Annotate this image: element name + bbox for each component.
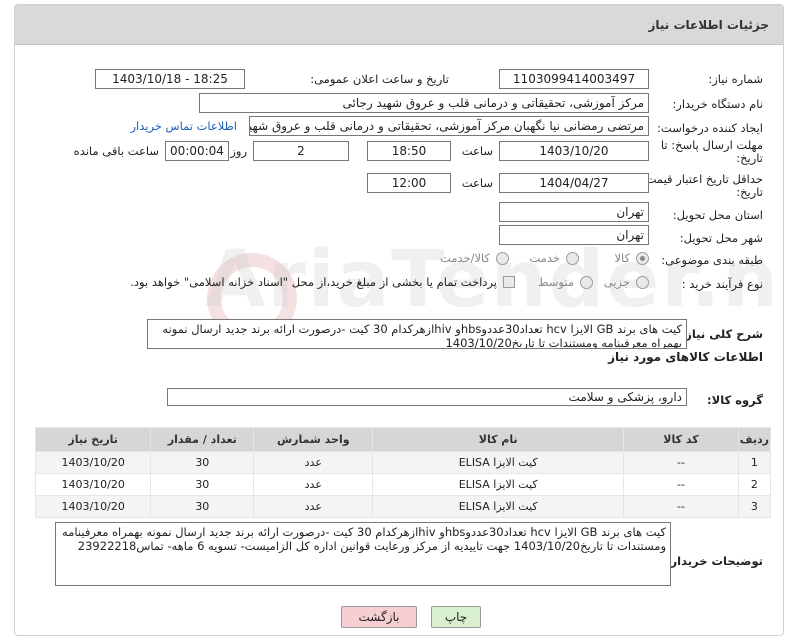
deadline-label-line2: تاریخ: bbox=[736, 151, 763, 165]
province-label: استان محل تحویل: bbox=[672, 208, 763, 222]
col-name: نام کالا bbox=[372, 427, 625, 452]
radio-icon[interactable] bbox=[496, 251, 509, 265]
cell-qty: 30 bbox=[150, 473, 255, 496]
treasury-payment-note: پرداخت تمام یا بخشی از مبلغ خرید،از محل … bbox=[130, 275, 497, 289]
cell-date: 1403/10/20 bbox=[34, 451, 152, 474]
validity-date: 1404/04/27 bbox=[499, 173, 649, 193]
announce-datetime-label: تاریخ و ساعت اعلان عمومی: bbox=[310, 72, 449, 86]
goods-group-label: گروه کالا: bbox=[707, 393, 763, 407]
summary-label: شرح کلی نیاز: bbox=[680, 327, 763, 341]
col-code: کد کالا bbox=[623, 427, 739, 452]
cell-unit: عدد bbox=[253, 495, 374, 518]
deadline-time-label: ساعت bbox=[461, 144, 493, 158]
purchase-option-medium[interactable]: متوسط bbox=[538, 275, 593, 289]
validity-label-line2: تاریخ: bbox=[736, 185, 763, 199]
cell-date: 1403/10/20 bbox=[34, 473, 152, 496]
province-value: تهران bbox=[499, 202, 649, 222]
cell-row: 1 bbox=[737, 451, 772, 474]
col-row: ردیف bbox=[737, 427, 772, 452]
goods-group-value: دارو، پزشکی و سلامت bbox=[167, 388, 687, 406]
requester-label: ایجاد کننده درخواست: bbox=[657, 121, 763, 135]
checkbox-icon[interactable] bbox=[503, 276, 515, 288]
radio-icon[interactable] bbox=[636, 275, 649, 289]
category-option-goods-service[interactable]: کالا/خدمت bbox=[440, 251, 509, 265]
buyer-notes-label: توضیحات خریدار: bbox=[665, 554, 763, 568]
col-qty: تعداد / مقدار bbox=[150, 427, 255, 452]
treasury-payment-check[interactable]: پرداخت تمام یا بخشی از مبلغ خرید،از محل … bbox=[130, 275, 515, 289]
validity-time-label: ساعت bbox=[461, 176, 493, 190]
remaining-days: 2 bbox=[253, 141, 349, 161]
radio-icon[interactable] bbox=[636, 251, 649, 265]
remaining-label: ساعت باقی مانده bbox=[73, 144, 159, 158]
buyer-contact-link[interactable]: اطلاعات تماس خریدار bbox=[130, 119, 237, 133]
goods-table: ردیف کد کالا نام کالا واحد شمارش تعداد /… bbox=[34, 427, 772, 518]
deadline-date: 1403/10/20 bbox=[499, 141, 649, 161]
cell-name: کیت الایزا ELISA bbox=[372, 495, 625, 518]
col-date: تاریخ نیاز bbox=[34, 427, 152, 452]
cell-qty: 30 bbox=[150, 495, 255, 518]
purchase-type-label: نوع فرآیند خرید : bbox=[681, 277, 763, 291]
cell-name: کیت الایزا ELISA bbox=[372, 451, 625, 474]
category-label: طبقه بندی موضوعی: bbox=[661, 253, 763, 267]
requester-value: مرتضی رمضانی نیا نگهبان مرکز آموزشی، تحق… bbox=[249, 116, 649, 136]
deadline-label-line1: مهلت ارسال پاسخ: تا bbox=[660, 138, 763, 152]
table-header-row: ردیف کد کالا نام کالا واحد شمارش تعداد /… bbox=[34, 427, 772, 452]
table-row: 3 -- کیت الایزا ELISA عدد 30 1403/10/20 bbox=[34, 495, 772, 518]
goods-info-title: اطلاعات کالاهای مورد نیاز bbox=[608, 350, 763, 364]
cell-date: 1403/10/20 bbox=[34, 495, 152, 518]
need-number-label: شماره نیاز: bbox=[708, 72, 763, 86]
need-details-panel: جزئیات اطلاعات نیاز AriaTender.neT شماره… bbox=[14, 4, 784, 636]
buyer-org-label: نام دستگاه خریدار: bbox=[672, 97, 763, 111]
category-option-service[interactable]: خدمت bbox=[529, 251, 579, 265]
col-unit: واحد شمارش bbox=[253, 427, 374, 452]
announce-datetime-value: 1403/10/18 - 18:25 bbox=[95, 69, 245, 89]
remaining-time: 00:00:04 bbox=[165, 141, 229, 161]
buyer-notes-text: کیت های برند GB الایزا hcv تعداد30عددوhb… bbox=[55, 522, 671, 586]
cell-unit: عدد bbox=[253, 473, 374, 496]
panel-header: جزئیات اطلاعات نیاز bbox=[15, 5, 783, 45]
city-value: تهران bbox=[499, 225, 649, 245]
cell-name: کیت الایزا ELISA bbox=[372, 473, 625, 496]
validity-time: 12:00 bbox=[367, 173, 451, 193]
category-option-goods[interactable]: کالا bbox=[614, 251, 649, 265]
radio-icon[interactable] bbox=[580, 275, 593, 289]
cell-code: -- bbox=[623, 495, 739, 518]
cell-code: -- bbox=[623, 451, 739, 474]
validity-label-line1: حداقل تاریخ اعتبار قیمت: تا bbox=[631, 172, 763, 186]
cell-row: 2 bbox=[737, 473, 772, 496]
cell-unit: عدد bbox=[253, 451, 374, 474]
purchase-option-minor[interactable]: جزیی bbox=[604, 275, 649, 289]
deadline-time: 18:50 bbox=[367, 141, 451, 161]
need-number-value: 1103099414003497 bbox=[499, 69, 649, 89]
cell-qty: 30 bbox=[150, 451, 255, 474]
cell-row: 3 bbox=[737, 495, 772, 518]
table-row: 2 -- کیت الایزا ELISA عدد 30 1403/10/20 bbox=[34, 473, 772, 496]
table-row: 1 -- کیت الایزا ELISA عدد 30 1403/10/20 bbox=[34, 451, 772, 474]
cell-code: -- bbox=[623, 473, 739, 496]
buyer-org-value: مرکز آموزشی، تحقیقاتی و درمانی قلب و عرو… bbox=[199, 93, 649, 113]
back-button[interactable]: بازگشت bbox=[341, 606, 417, 628]
city-label: شهر محل تحویل: bbox=[679, 231, 763, 245]
summary-text: کیت های برند GB الایزا hcv تعداد30عددوhb… bbox=[147, 319, 687, 349]
radio-icon[interactable] bbox=[566, 251, 579, 265]
print-button[interactable]: چاپ bbox=[431, 606, 481, 628]
page-title: جزئیات اطلاعات نیاز bbox=[648, 17, 769, 32]
